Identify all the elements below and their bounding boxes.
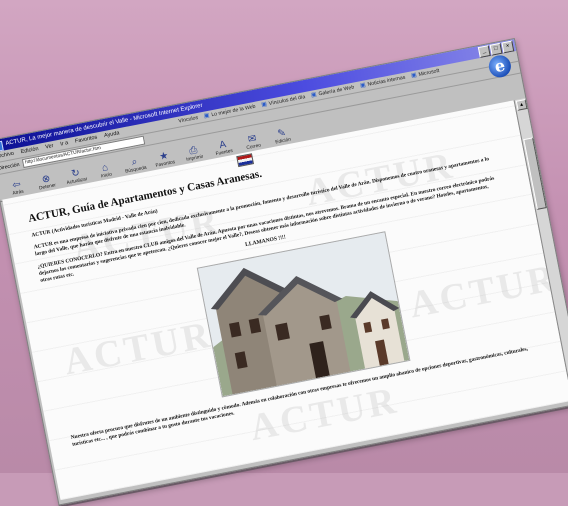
close-button[interactable]: ×	[501, 40, 515, 54]
watermark-text: ACTUR	[405, 256, 562, 327]
village-photo	[196, 231, 411, 398]
watermark-text: ACTUR	[60, 313, 216, 384]
scroll-up-icon[interactable]: ▲	[515, 99, 528, 111]
maximize-button[interactable]: □	[489, 42, 503, 56]
minimize-button[interactable]: _	[477, 45, 491, 58]
menu-ver[interactable]: Ver	[44, 141, 54, 152]
stone-houses-image	[197, 232, 410, 397]
address-label: Dirección	[0, 161, 20, 172]
uk-flag-icon[interactable]	[236, 153, 255, 168]
menu-ir-a[interactable]: Ir a	[59, 138, 69, 149]
